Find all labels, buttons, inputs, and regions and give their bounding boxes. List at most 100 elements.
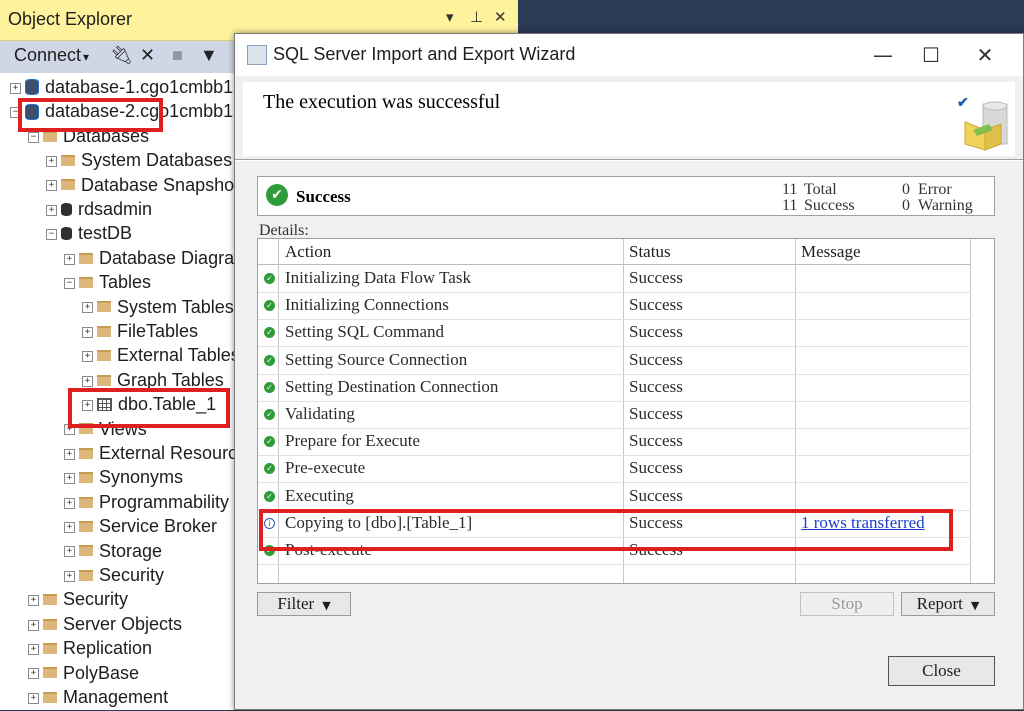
- expand-icon[interactable]: +: [64, 570, 75, 582]
- expand-icon[interactable]: +: [10, 82, 21, 94]
- tree-node[interactable]: + rdsadmin: [46, 199, 152, 223]
- expand-icon[interactable]: +: [28, 668, 39, 680]
- wizard-graphic-icon: [964, 101, 1008, 151]
- cell-status: Success: [629, 458, 683, 478]
- warning-label: Warning: [918, 197, 973, 214]
- filter-dropdown-icon: ▼: [322, 599, 331, 612]
- cell-status: Success: [629, 295, 683, 315]
- expand-icon[interactable]: +: [64, 448, 75, 460]
- tree-node-label: Synonyms: [99, 467, 184, 488]
- folder-icon: [43, 594, 57, 606]
- tree-node[interactable]: − Tables: [64, 272, 151, 296]
- wizard-heading: The execution was successful: [263, 91, 501, 113]
- table-row[interactable]: ✓ Setting SQL Command Success: [258, 319, 971, 348]
- expand-icon[interactable]: +: [82, 302, 93, 314]
- expand-icon[interactable]: +: [64, 546, 75, 558]
- collapse-icon[interactable]: −: [28, 131, 39, 143]
- maximize-button[interactable]: ☐: [909, 38, 953, 72]
- expand-icon[interactable]: +: [46, 155, 57, 167]
- expand-icon[interactable]: +: [64, 473, 75, 485]
- tree-node[interactable]: + Database Diagrams: [64, 248, 258, 272]
- close-button[interactable]: Close: [888, 656, 995, 686]
- tree-node[interactable]: + FileTables: [82, 321, 198, 345]
- column-header-action[interactable]: Action: [285, 242, 331, 262]
- table-row[interactable]: ✓ Prepare for Execute Success: [258, 428, 971, 457]
- grid-header: Action Status Message: [258, 239, 971, 265]
- tree-node[interactable]: + External Tables: [82, 345, 240, 369]
- tree-node-label: Programmability: [99, 491, 230, 512]
- tree-node[interactable]: + Synonyms: [64, 467, 183, 491]
- connect-button[interactable]: Connect ▾: [14, 45, 89, 66]
- expand-icon[interactable]: +: [28, 643, 39, 655]
- tree-node[interactable]: + Replication: [28, 638, 152, 662]
- summary-status: Success: [296, 187, 351, 206]
- tree-node-label: System Databases: [81, 150, 233, 171]
- minimize-button[interactable]: —: [861, 38, 905, 72]
- expand-icon[interactable]: +: [82, 351, 93, 363]
- tree-node[interactable]: + Security: [64, 565, 164, 589]
- panel-close-icon[interactable]: ✕: [494, 8, 507, 26]
- success-label: Success: [804, 197, 855, 214]
- expand-icon[interactable]: +: [64, 497, 75, 509]
- collapse-icon[interactable]: −: [46, 229, 57, 241]
- panel-menu-dropdown-icon[interactable]: ▾: [446, 8, 454, 26]
- expand-icon[interactable]: +: [28, 619, 39, 631]
- expand-icon[interactable]: +: [82, 375, 93, 387]
- cell-status: Success: [629, 268, 683, 287]
- success-icon: ✓: [264, 354, 275, 366]
- close-window-button[interactable]: ✕: [963, 38, 1007, 72]
- tree-node[interactable]: + System Databases: [46, 150, 232, 174]
- tree-node-label: Security: [63, 589, 129, 610]
- stop-button[interactable]: Stop: [800, 592, 894, 616]
- table-row[interactable]: ✓ Initializing Connections Success: [258, 292, 971, 321]
- expand-icon[interactable]: +: [28, 595, 39, 607]
- tree-node-label: Server Objects: [63, 613, 183, 634]
- tree-node-label: Management: [63, 687, 169, 707]
- connect-plug-icon[interactable]: 🔌︎: [110, 45, 133, 66]
- table-row[interactable]: ✓ Setting Source Connection Success: [258, 347, 971, 375]
- tree-node[interactable]: + External Resources: [64, 443, 256, 467]
- table-row[interactable]: ✓ Pre-execute Success: [258, 455, 971, 484]
- tree-node[interactable]: + Management: [28, 687, 168, 711]
- expand-icon[interactable]: +: [64, 521, 75, 533]
- cell-status: Success: [629, 376, 683, 396]
- tree-node[interactable]: + Security: [28, 589, 128, 613]
- folder-icon: [43, 130, 57, 142]
- wizard-title: SQL Server Import and Export Wizard: [273, 44, 576, 64]
- folder-icon: [97, 301, 111, 313]
- table-row[interactable]: ✓ Initializing Data Flow Task Success: [258, 265, 971, 293]
- tree-node-label: Graph Tables: [117, 369, 224, 390]
- column-header-message[interactable]: Message: [801, 242, 860, 262]
- tree-node[interactable]: + Service Broker: [64, 516, 217, 540]
- tree-node[interactable]: − testDB: [46, 223, 132, 247]
- expand-icon[interactable]: +: [82, 326, 93, 338]
- column-header-status[interactable]: Status: [629, 242, 671, 262]
- report-dropdown-icon: ▼: [970, 599, 980, 612]
- tree-node-label: rdsadmin: [78, 199, 153, 219]
- expand-icon[interactable]: +: [64, 253, 75, 265]
- tree-node-label: database-1.cgo1cmbb1(: [45, 77, 240, 97]
- folder-icon: [79, 545, 93, 557]
- filter-button[interactable]: Filter ▼: [257, 592, 351, 616]
- tree-node-label: Service Broker: [99, 516, 218, 537]
- filter-label: Filter: [277, 594, 315, 613]
- report-button[interactable]: Report ▼: [901, 592, 995, 616]
- tree-node[interactable]: + PolyBase: [28, 663, 139, 687]
- expand-icon[interactable]: +: [28, 692, 39, 704]
- table-row[interactable]: ✓ Validating Success: [258, 401, 971, 429]
- tree-node[interactable]: + Storage: [64, 541, 162, 565]
- expand-icon[interactable]: +: [46, 204, 57, 216]
- table-row[interactable]: ✓ Setting Destination Connection Success: [258, 374, 971, 402]
- pin-icon[interactable]: ⊥: [470, 8, 483, 26]
- disconnect-icon[interactable]: ✕: [140, 45, 155, 66]
- tree-node[interactable]: + System Tables: [82, 297, 234, 321]
- filter-icon[interactable]: ▼: [200, 45, 218, 66]
- table-row[interactable]: ✓ Executing Success: [258, 483, 971, 511]
- expand-icon[interactable]: +: [46, 180, 57, 192]
- folder-icon: [79, 252, 93, 264]
- folder-icon: [97, 350, 111, 362]
- collapse-icon[interactable]: −: [64, 277, 75, 289]
- tree-node[interactable]: + Programmability: [64, 492, 229, 516]
- tree-node[interactable]: + Server Objects: [28, 614, 182, 638]
- tree-node[interactable]: + Database Snapshots: [46, 175, 248, 199]
